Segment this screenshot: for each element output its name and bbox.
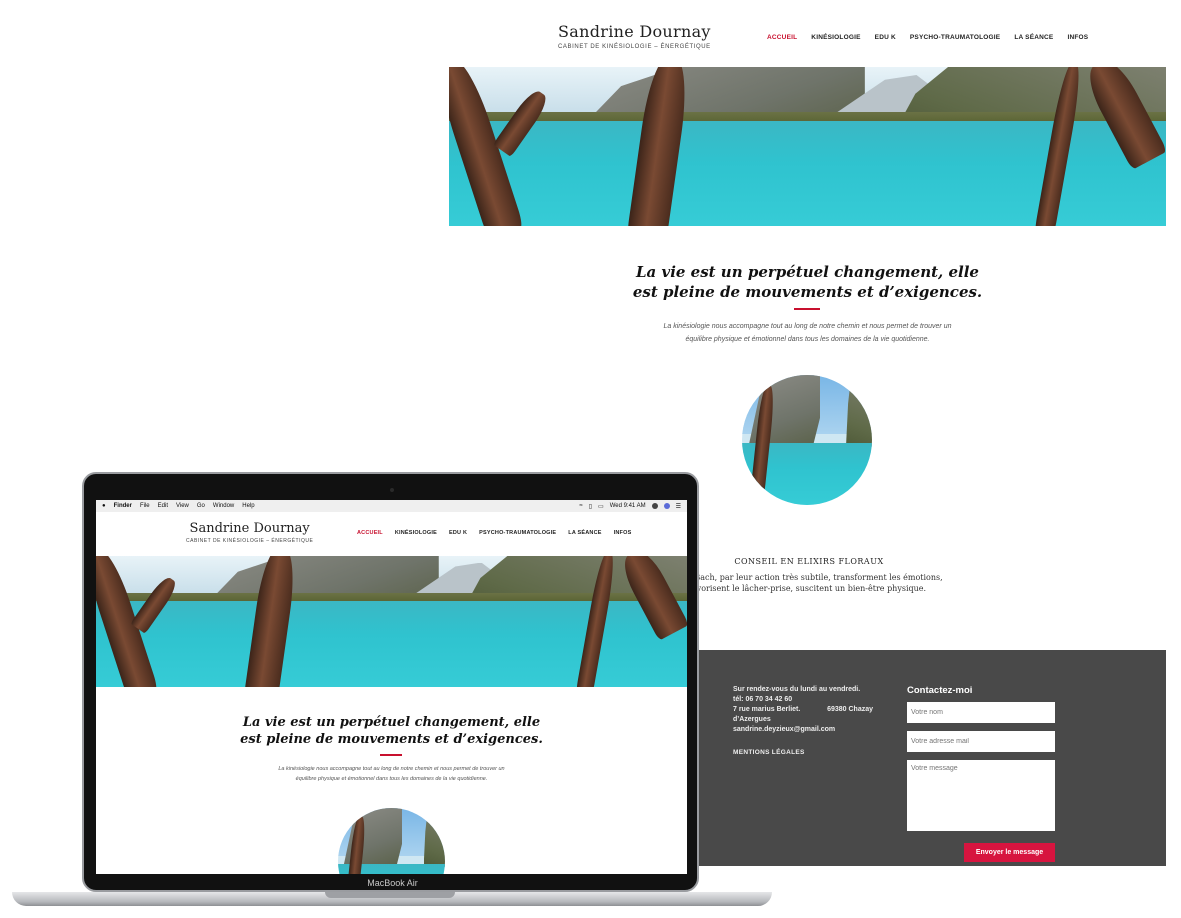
nav-item-edu-k[interactable]: EDU K [875,34,896,41]
mac-menubar: ● Finder File Edit View Go Window Help ≈… [96,500,687,512]
nav-item-psycho-traumatologie[interactable]: PSYCHO-TRAUMATOLOGIE [910,34,1000,41]
menu-file[interactable]: File [140,503,150,509]
email-input[interactable] [907,731,1055,752]
nav-item-psycho-traumatologie[interactable]: PSYCHO-TRAUMATOLOGIE [479,530,556,536]
menu-edit[interactable]: Edit [158,503,168,509]
laptop-lid: ● Finder File Edit View Go Window Help ≈… [82,472,699,892]
siri-icon[interactable] [663,503,670,509]
laptop-notch [325,892,455,898]
page-headline: La vie est un perpétuel changement, elle… [632,263,983,301]
send-message-button[interactable]: Envoyer le message [964,843,1055,862]
accent-divider-small [380,754,402,756]
laptop-model-label: MacBook Air [367,878,418,888]
hero-lake-image-small [96,556,687,687]
nav-item-la-seance[interactable]: LA SÉANCE [1014,34,1053,41]
page-headline-small: La vie est un perpétuel changement, elle… [240,715,543,747]
wifi-icon[interactable]: ≈ [579,503,582,509]
message-input[interactable] [907,760,1055,831]
main-nav-small: ACCUEIL KINÉSIOLOGIE EDU K PSYCHO-TRAUMA… [357,530,631,536]
menu-finder[interactable]: Finder [114,503,132,509]
hero-lake-image [449,67,1166,226]
nav-item-accueil[interactable]: ACCUEIL [767,34,797,41]
site-logo-small[interactable]: Sandrine Dournay CABINET DE KINÉSIOLOGIE… [186,521,313,544]
nav-item-la-seance[interactable]: LA SÉANCE [568,530,601,536]
menu-list-icon[interactable]: ☰ [676,503,681,510]
menu-help[interactable]: Help [242,503,254,509]
search-icon[interactable] [651,503,658,509]
camera-icon [390,488,394,492]
nav-item-infos[interactable]: INFOS [1067,34,1088,41]
nav-item-kinesiologie[interactable]: KINÉSIOLOGIE [811,34,860,41]
intro-text-small: La kinésiologie nous accompagne tout au … [278,766,505,782]
circle-lake-image-small [338,808,445,874]
nav-item-infos[interactable]: INFOS [614,530,632,536]
brand-name: Sandrine Dournay [558,22,711,41]
nav-item-accueil[interactable]: ACCUEIL [357,530,383,536]
site-header: Sandrine Dournay CABINET DE KINÉSIOLOGIE… [449,0,1166,67]
menu-view[interactable]: View [176,503,189,509]
site-logo[interactable]: Sandrine Dournay CABINET DE KINÉSIOLOGIE… [558,22,711,50]
main-nav: ACCUEIL KINÉSIOLOGIE EDU K PSYCHO-TRAUMA… [767,34,1088,41]
nav-item-edu-k[interactable]: EDU K [449,530,467,536]
menubar-clock[interactable]: Wed 9:41 AM [610,503,646,509]
menu-go[interactable]: Go [197,503,205,509]
intro-text: La kinésiologie nous accompagne tout au … [663,323,952,343]
laptop-mockup: ● Finder File Edit View Go Window Help ≈… [0,472,790,918]
airplay-icon[interactable]: ▯ [589,503,592,510]
battery-icon[interactable]: ▭ [598,503,604,510]
nav-item-kinesiologie[interactable]: KINÉSIOLOGIE [395,530,437,536]
brand-tagline: CABINET DE KINÉSIOLOGIE – ÉNERGÉTIQUE [558,44,711,50]
accent-divider [794,308,820,310]
menu-window[interactable]: Window [213,503,234,509]
laptop-screen: ● Finder File Edit View Go Window Help ≈… [96,500,687,874]
contact-form-title: Contactez-moi [907,685,973,696]
site-header-small: Sandrine Dournay CABINET DE KINÉSIOLOGIE… [96,512,687,556]
apple-icon[interactable]: ● [102,503,106,509]
name-input[interactable] [907,702,1055,723]
